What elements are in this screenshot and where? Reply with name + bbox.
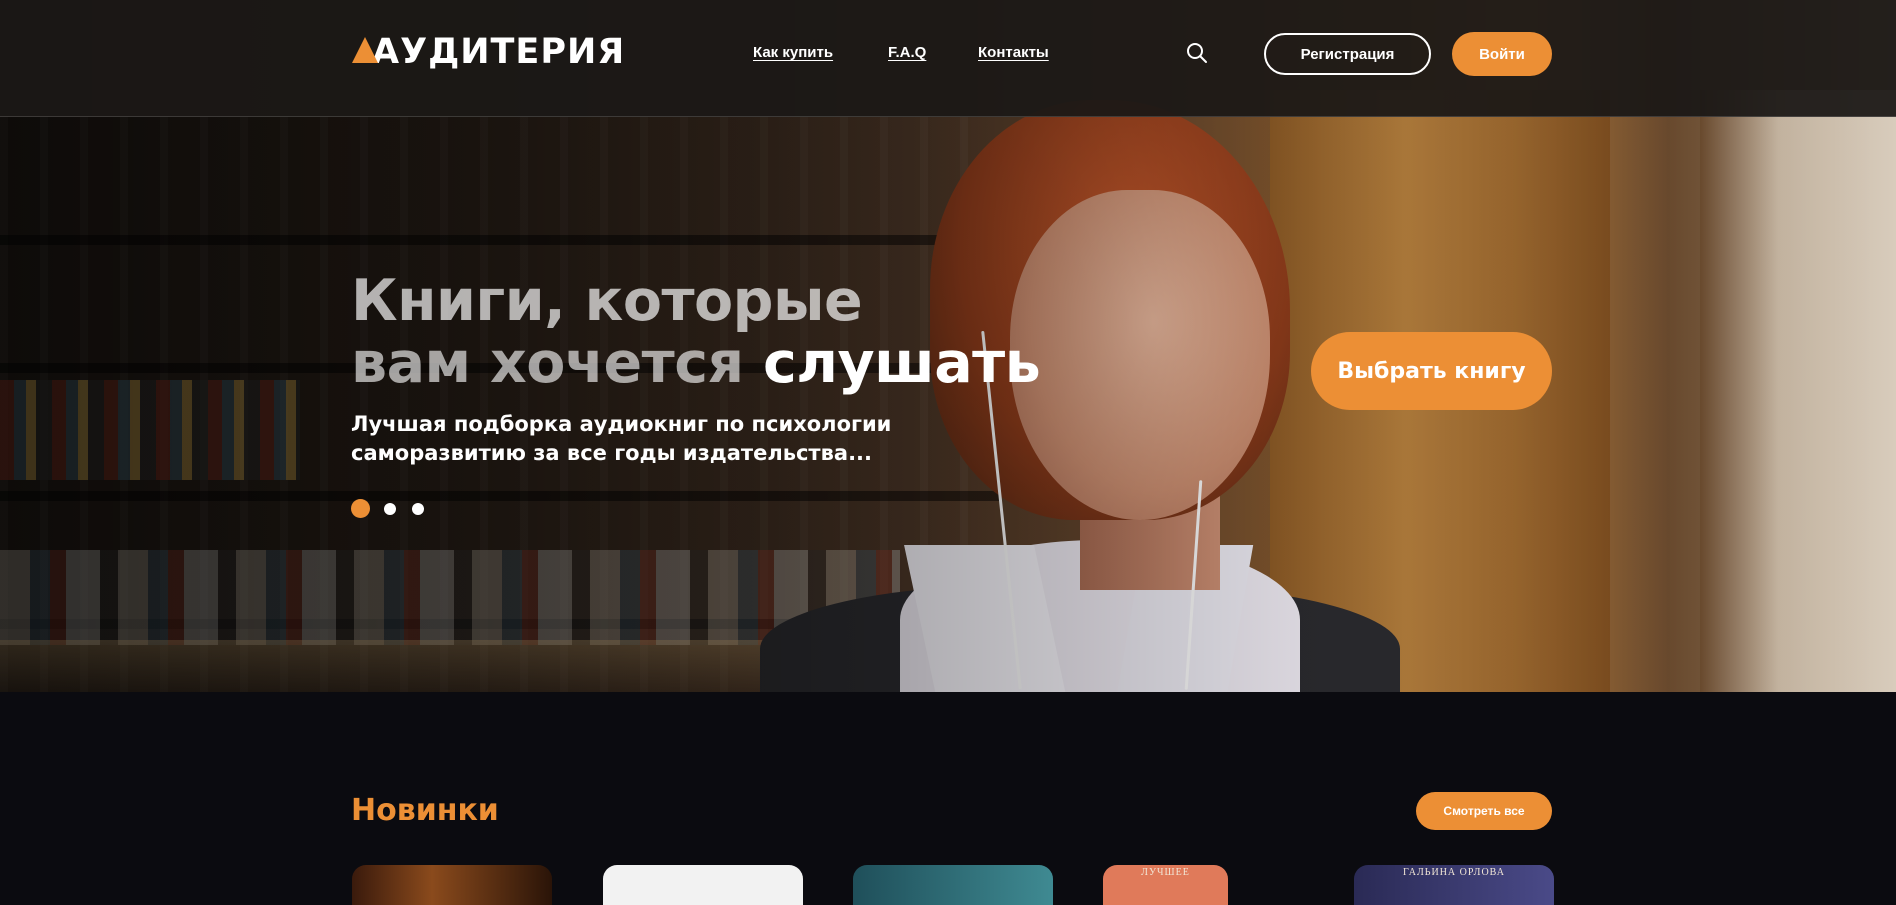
book-cover-1[interactable] [352,865,552,905]
search-icon[interactable] [1186,42,1208,64]
nav-link-faq[interactable]: F.A.Q [888,44,926,61]
site-header: АУДИТЕРИЯ Как купить F.A.Q Контакты Реги… [0,0,1896,117]
logo-triangle-icon [352,37,378,63]
slider-dot-1[interactable] [351,499,370,518]
nav-link-contacts[interactable]: Контакты [978,44,1049,61]
new-releases-section [0,692,1896,876]
logo-text: АУДИТЕРИЯ [372,32,626,72]
hero-title-highlight: слушать [762,330,1041,396]
book-cover-2[interactable] [603,865,803,905]
register-button[interactable]: Регистрация [1264,33,1431,75]
book-cover-5[interactable]: ГАЛЬИНА ОРЛОВА [1354,865,1554,905]
login-button[interactable]: Войти [1452,32,1552,76]
hero-title-dim: вам хочется [351,330,763,396]
logo[interactable]: АУДИТЕРИЯ [352,32,625,72]
choose-book-button[interactable]: Выбрать книгу [1311,332,1552,410]
slider-dot-3[interactable] [412,502,424,515]
slider-dots [351,499,440,518]
book-cover-4[interactable]: ЛУЧШЕЕ [1103,865,1228,905]
view-all-button[interactable]: Смотреть все [1416,792,1552,830]
hero-title: Книги, которые вам хочется слушать [351,268,1041,396]
section-title-new-releases: Новинки [351,793,499,828]
slider-dot-2[interactable] [384,502,396,515]
hero-title-line2: вам хочется слушать [351,330,1041,396]
book-cover-3[interactable] [853,865,1053,905]
hero-title-line1: Книги, которые [351,268,863,334]
hero-subtitle: Лучшая подборка аудиокниг по психологии … [351,412,892,465]
nav-link-how-to-buy[interactable]: Как купить [753,44,833,61]
